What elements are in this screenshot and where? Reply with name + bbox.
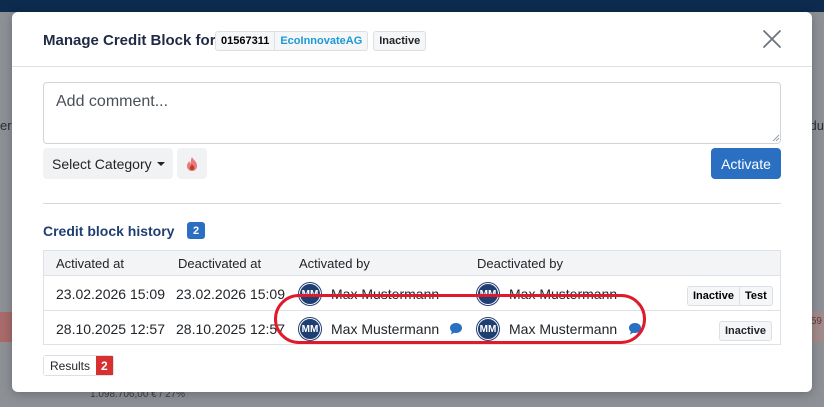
caret-down-icon xyxy=(156,161,165,166)
activated-at-cell: 28.10.2025 12:57 xyxy=(56,321,165,337)
comment-input[interactable] xyxy=(43,82,781,144)
credit-block-modal: Manage Credit Block for 01567311 EcoInno… xyxy=(12,12,812,392)
results-counter: Results 2 xyxy=(43,355,114,376)
history-count-badge: 2 xyxy=(187,222,205,239)
row-status-badges: Inactive Test xyxy=(687,286,773,306)
column-activated-at[interactable]: Activated at xyxy=(56,256,124,271)
select-category-dropdown[interactable]: Select Category xyxy=(43,148,173,179)
results-count-badge: 2 xyxy=(96,356,113,375)
close-icon xyxy=(763,30,781,48)
history-title: Credit block history xyxy=(43,223,175,239)
column-deactivated-by[interactable]: Deactivated by xyxy=(477,256,563,271)
customer-badges: 01567311 EcoInnovateAG Inactive xyxy=(215,31,427,51)
customer-id: 01567311 xyxy=(221,35,270,47)
comment-bubble-icon[interactable] xyxy=(449,322,463,336)
row-status-badges: Inactive xyxy=(719,321,772,341)
close-button[interactable] xyxy=(761,28,783,50)
status-badge: Inactive xyxy=(719,321,772,341)
history-table-header: Activated at Deactivated at Activated by… xyxy=(44,251,780,276)
background-cell-value: 59 xyxy=(810,316,822,327)
modal-title: Manage Credit Block for xyxy=(43,32,216,49)
modal-header: Manage Credit Block for 01567311 EcoInno… xyxy=(12,12,812,67)
background-row-highlight xyxy=(0,312,12,342)
table-row: 28.10.2025 12:57 28.10.2025 12:57 MM Max… xyxy=(44,312,780,346)
status-badge: Inactive xyxy=(693,290,734,302)
comment-bubble-icon[interactable] xyxy=(628,322,642,336)
activated-by-name: Max Mustermann xyxy=(331,321,440,337)
column-activated-by[interactable]: Activated by xyxy=(299,256,370,271)
avatar: MM xyxy=(299,283,321,305)
table-row: 23.02.2026 15:09 23.02.2026 15:09 MM Max… xyxy=(44,277,780,311)
test-badge: Test xyxy=(738,287,772,305)
avatar: MM xyxy=(477,283,499,305)
status-badge-group: Inactive Test xyxy=(687,286,773,306)
deactivated-at-cell: 28.10.2025 12:57 xyxy=(176,321,285,337)
avatar: MM xyxy=(477,318,499,340)
select-category-label: Select Category xyxy=(52,155,152,172)
deactivated-by-name: Max Mustermann xyxy=(509,321,618,337)
customer-badge: 01567311 EcoInnovateAG xyxy=(215,31,369,51)
activated-by-name: Max Mustermann xyxy=(331,286,440,302)
customer-name-link[interactable]: EcoInnovateAG xyxy=(274,32,367,50)
background-column-header-left: er xyxy=(0,118,12,133)
priority-flame-button[interactable] xyxy=(177,148,207,179)
history-table: Activated at Deactivated at Activated by… xyxy=(43,250,781,345)
app-top-bar xyxy=(0,0,824,12)
customer-status-badge: Inactive xyxy=(373,31,427,51)
activated-at-cell: 23.02.2026 15:09 xyxy=(56,286,165,302)
resize-grip-icon[interactable] xyxy=(770,132,780,142)
activate-button[interactable]: Activate xyxy=(711,148,781,179)
results-label: Results xyxy=(44,356,97,375)
flame-icon xyxy=(187,156,197,171)
section-divider xyxy=(43,203,781,204)
avatar: MM xyxy=(299,318,321,340)
deactivated-by-name: Max Mustermann xyxy=(509,286,618,302)
deactivated-at-cell: 23.02.2026 15:09 xyxy=(176,286,285,302)
column-deactivated-at[interactable]: Deactivated at xyxy=(178,256,261,271)
